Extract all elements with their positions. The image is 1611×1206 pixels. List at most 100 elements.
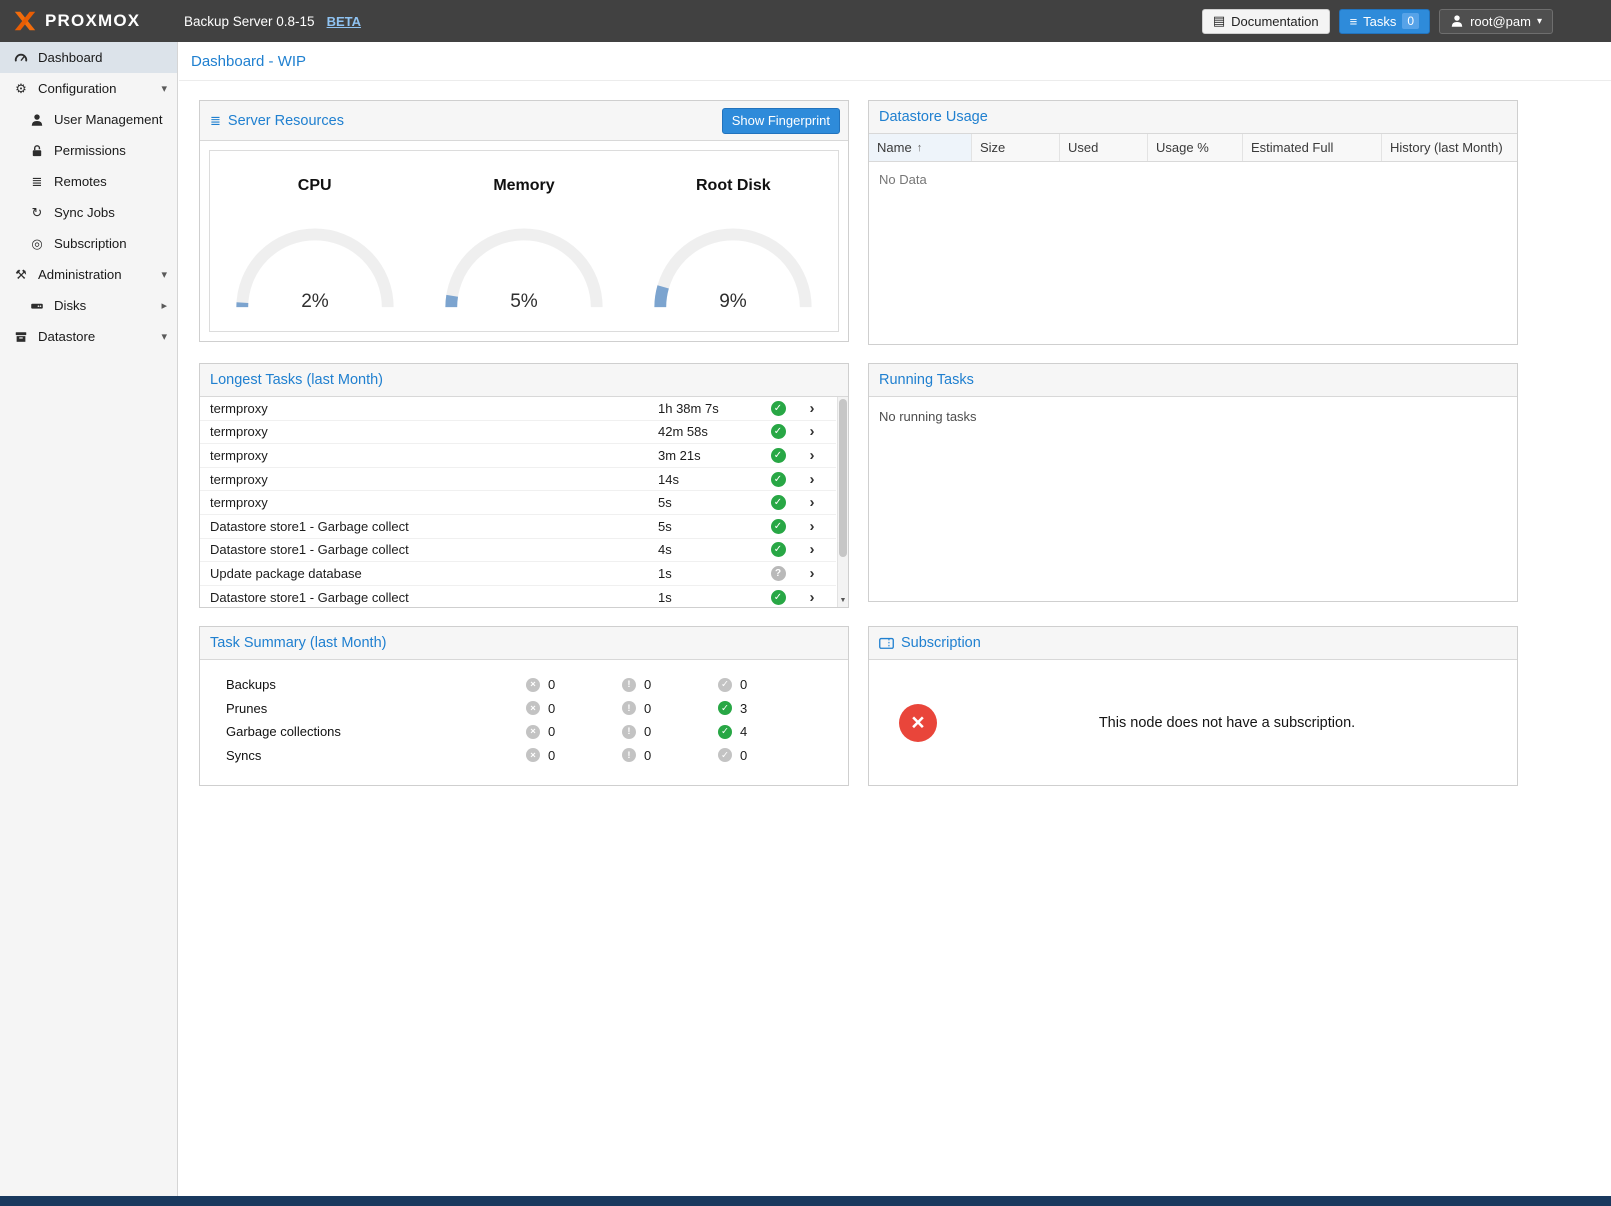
chevron-right-icon[interactable]: › (796, 400, 828, 417)
sidebar-item-dashboard[interactable]: Dashboard (0, 42, 177, 73)
task-row[interactable]: Datastore store1 - Garbage collect 1s ✓ … (200, 586, 836, 607)
task-list-icon: ≡ (1350, 14, 1358, 29)
task-row[interactable]: Update package database 1s ? › (200, 562, 836, 586)
documentation-button[interactable]: ▤ Documentation (1202, 9, 1330, 34)
scrollbar-thumb[interactable] (839, 399, 847, 557)
sidebar-item-user-management[interactable]: User Management (0, 104, 177, 135)
error-circle-icon: × (526, 701, 540, 715)
sidebar-item-label: Dashboard (38, 50, 103, 65)
summary-row: Garbage collections ×0 !0 ✓4 (200, 720, 848, 744)
status-ok-icon: ✓ (771, 472, 786, 487)
no-subscription-icon: × (899, 704, 937, 742)
sidebar-item-permissions[interactable]: Permissions (0, 135, 177, 166)
chevron-right-icon[interactable]: › (796, 471, 828, 488)
sidebar-item-configuration[interactable]: ⚙ Configuration ▾ (0, 73, 177, 104)
task-row[interactable]: Datastore store1 - Garbage collect 4s ✓ … (200, 539, 836, 563)
running-tasks-panel: Running Tasks No running tasks (868, 363, 1518, 602)
task-summary-header: Task Summary (last Month) (200, 627, 848, 660)
dashboard-content: ≣ Server Resources Show Fingerprint CPU … (179, 81, 1611, 786)
subscription-message: This node does not have a subscription. (937, 715, 1517, 731)
beta-link[interactable]: BETA (327, 14, 361, 29)
scrollbar[interactable]: ▼ (837, 397, 848, 607)
sidebar-item-disks[interactable]: Disks ▸ (0, 290, 177, 321)
column-header-history[interactable]: History (last Month) (1382, 134, 1517, 161)
ok-circle-icon: ✓ (718, 748, 732, 762)
status-unknown-icon: ? (771, 566, 786, 581)
server-resources-panel: ≣ Server Resources Show Fingerprint CPU … (199, 100, 849, 342)
summary-row: Syncs ×0 !0 ✓0 (200, 744, 848, 768)
show-fingerprint-button[interactable]: Show Fingerprint (722, 108, 840, 134)
task-name: Datastore store1 - Garbage collect (200, 519, 658, 534)
tasks-label: Tasks (1363, 14, 1396, 29)
task-duration: 1s (658, 590, 760, 605)
task-row[interactable]: termproxy 1h 38m 7s ✓ › (200, 397, 836, 421)
summary-label: Garbage collections (200, 724, 526, 739)
chevron-right-icon[interactable]: › (796, 589, 828, 606)
task-duration: 1h 38m 7s (658, 401, 760, 416)
no-data-text: No Data (869, 162, 1517, 344)
subscription-header: Subscription (869, 627, 1517, 660)
user-menu-button[interactable]: root@pam ▾ (1439, 9, 1553, 34)
refresh-icon: ↻ (29, 205, 45, 221)
task-row[interactable]: termproxy 5s ✓ › (200, 491, 836, 515)
caret-down-icon: ▾ (161, 330, 167, 343)
hdd-icon (29, 299, 45, 313)
datastore-usage-panel: Datastore Usage Name ↑ Size Used Usage %… (868, 100, 1518, 345)
ok-count: 3 (740, 701, 747, 716)
ok-circle-icon: ✓ (718, 678, 732, 692)
sidebar-item-sync-jobs[interactable]: ↻ Sync Jobs (0, 197, 177, 228)
error-count: 0 (548, 701, 555, 716)
gauge-label: CPU (298, 177, 332, 195)
warning-count: 0 (644, 701, 651, 716)
error-circle-icon: × (526, 725, 540, 739)
ok-circle-icon: ✓ (718, 725, 732, 739)
scrollbar-down-button[interactable]: ▼ (838, 595, 848, 607)
brand-text: PROXMOX (45, 11, 140, 31)
error-count: 0 (548, 748, 555, 763)
column-header-size[interactable]: Size (972, 134, 1060, 161)
user-name: root@pam (1470, 14, 1531, 29)
column-header-estimated-full[interactable]: Estimated Full (1243, 134, 1382, 161)
column-header-usage-pct[interactable]: Usage % (1148, 134, 1243, 161)
running-tasks-header: Running Tasks (869, 364, 1517, 397)
chevron-right-icon[interactable]: › (796, 541, 828, 558)
sidebar-item-datastore[interactable]: Datastore ▾ (0, 321, 177, 352)
sidebar-item-label: Sync Jobs (54, 205, 115, 220)
column-header-name[interactable]: Name ↑ (869, 134, 972, 161)
chevron-right-icon[interactable]: › (796, 447, 828, 464)
status-ok-icon: ✓ (771, 424, 786, 439)
task-row[interactable]: termproxy 14s ✓ › (200, 468, 836, 492)
sidebar-item-administration[interactable]: ⚒ Administration ▾ (0, 259, 177, 290)
chevron-right-icon[interactable]: › (796, 494, 828, 511)
status-ok-icon: ✓ (771, 542, 786, 557)
svg-text:5%: 5% (510, 291, 538, 312)
chevron-right-icon[interactable]: › (796, 423, 828, 440)
panel-title: Task Summary (last Month) (210, 635, 386, 651)
status-ok-icon: ✓ (771, 448, 786, 463)
task-duration: 42m 58s (658, 424, 760, 439)
ok-count: 4 (740, 724, 747, 739)
task-row[interactable]: termproxy 42m 58s ✓ › (200, 421, 836, 445)
chevron-right-icon[interactable]: › (796, 565, 828, 582)
gauge-label: Memory (493, 177, 554, 195)
task-row[interactable]: termproxy 3m 21s ✓ › (200, 444, 836, 468)
sidebar-item-label: Permissions (54, 143, 126, 158)
archive-box-icon (13, 330, 29, 344)
page-title: Dashboard - WIP (179, 42, 1611, 81)
top-bar: PROXMOX Backup Server 0.8-15 BETA ▤ Docu… (0, 0, 1611, 42)
chevron-right-icon[interactable]: › (796, 518, 828, 535)
caret-down-icon: ▾ (161, 82, 167, 95)
panel-title: Server Resources (228, 113, 344, 129)
error-count: 0 (548, 724, 555, 739)
column-header-used[interactable]: Used (1060, 134, 1148, 161)
sidebar-item-remotes[interactable]: ≣ Remotes (0, 166, 177, 197)
cpu-gauge-arc: 2% (220, 219, 410, 319)
ok-count: 0 (740, 748, 747, 763)
root-disk-gauge: Root Disk 9% (629, 151, 838, 331)
task-row[interactable]: Datastore store1 - Garbage collect 5s ✓ … (200, 515, 836, 539)
sidebar-item-label: Subscription (54, 236, 127, 251)
tasks-button[interactable]: ≡ Tasks 0 (1339, 9, 1431, 34)
task-name: termproxy (200, 472, 658, 487)
sidebar-item-subscription[interactable]: ◎ Subscription (0, 228, 177, 259)
life-ring-icon: ◎ (29, 236, 45, 252)
